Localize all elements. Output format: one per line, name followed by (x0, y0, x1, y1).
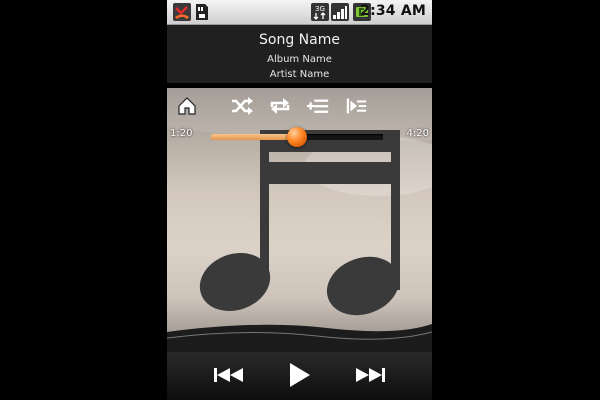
next-icon (356, 368, 385, 382)
transport-bar (167, 352, 432, 400)
album-art-area: 1:20 4:20 (167, 88, 432, 352)
svg-text:3G: 3G (315, 5, 325, 13)
add-to-playlist-icon (306, 99, 329, 113)
music-player-screen: 3G 2:34 AM Song Name Album Name Artist N… (167, 0, 432, 400)
album-name: Album Name (267, 54, 332, 65)
sd-card-icon (195, 3, 209, 25)
total-time: 4:20 (406, 128, 429, 139)
missed-call-icon (173, 3, 191, 25)
signal-icon (331, 3, 349, 25)
add-to-playlist-button[interactable] (306, 95, 330, 117)
home-icon (178, 97, 196, 115)
home-button[interactable] (175, 95, 199, 117)
repeat-button[interactable] (268, 95, 292, 117)
play-button[interactable] (285, 362, 315, 388)
seek-bar-thumb[interactable] (287, 127, 307, 147)
status-bar: 3G 2:34 AM (167, 0, 432, 25)
play-icon (290, 363, 310, 387)
elapsed-time: 1:20 (170, 128, 193, 139)
status-time: 2:34 AM (360, 3, 426, 19)
seek-bar-progress (211, 134, 297, 140)
song-title: Song Name (259, 32, 340, 48)
shuffle-button[interactable] (230, 95, 254, 117)
previous-icon (214, 368, 243, 382)
3g-icon: 3G (311, 3, 329, 25)
queue-button[interactable] (344, 95, 368, 117)
previous-button[interactable] (211, 362, 247, 388)
repeat-icon (270, 98, 290, 114)
seek-bar[interactable] (211, 127, 383, 147)
artist-name: Artist Name (269, 69, 330, 80)
queue-icon (346, 98, 367, 114)
track-info: Song Name Album Name Artist Name (167, 25, 432, 83)
next-button[interactable] (352, 362, 388, 388)
shuffle-icon (232, 97, 253, 115)
